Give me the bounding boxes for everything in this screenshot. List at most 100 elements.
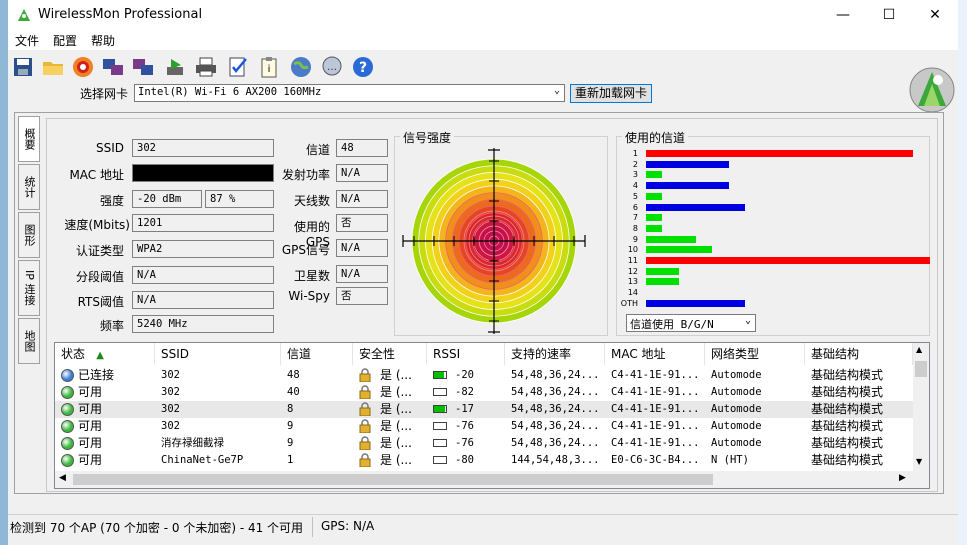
clipboard-icon[interactable]: i — [257, 55, 281, 79]
scroll-right-icon[interactable]: ▶ — [899, 473, 906, 483]
horizontal-scroll-thumb[interactable] — [73, 474, 713, 485]
ssid-label: SSID — [95, 141, 124, 155]
column-header-8[interactable]: 基础结构 — [805, 343, 913, 365]
lock-icon — [359, 385, 371, 402]
status-dot-icon — [61, 437, 74, 450]
cell-status: 可用 — [78, 453, 103, 467]
tab-ip-connection[interactable]: IP 连接 — [18, 260, 40, 316]
cell-infrastructure: 基础结构模式 — [811, 368, 884, 382]
cell-network-type: Automode — [711, 437, 762, 449]
channel-bar-2 — [646, 160, 729, 168]
channel-bar-4 — [646, 182, 729, 190]
column-header-4[interactable]: RSSI — [427, 343, 505, 365]
channel-label-12: 12 — [627, 266, 638, 276]
cell-infrastructure: 基础结构模式 — [811, 419, 884, 433]
adapter-selected-value: Intel(R) Wi-Fi 6 AX200 160MHz — [138, 86, 322, 98]
cell-infrastructure: 基础结构模式 — [811, 402, 884, 416]
table-row[interactable]: 可用 302 9 是 (... -76 54,48,36,24... C4-41-1E-91… — [55, 418, 913, 435]
cell-rssi: -20 — [455, 369, 474, 381]
speed-label: 速度(Mbits) — [64, 218, 130, 232]
vertical-scroll-thumb[interactable] — [915, 361, 927, 377]
column-header-7[interactable]: 网络类型 — [705, 343, 805, 365]
channel-label-1: 1 — [632, 149, 638, 158]
table-row[interactable]: 可用 302 8 是 (... -17 54,48,36,24... C4-41-1E-91… — [55, 401, 913, 418]
strength-dbm-field: -20 dBm — [132, 190, 202, 208]
network-card-icon[interactable] — [101, 55, 125, 79]
vertical-scrollbar[interactable]: ▲ ▼ — [913, 343, 929, 471]
satellites-label: 卫星数 — [293, 269, 330, 283]
horizontal-scrollbar[interactable]: ◀ ▶ — [55, 471, 929, 488]
adapter-select[interactable]: Intel(R) Wi-Fi 6 AX200 160MHz ⌄ — [134, 84, 565, 102]
save-icon[interactable] — [11, 55, 35, 79]
scroll-down-icon[interactable]: ▼ — [916, 457, 922, 466]
column-header-6[interactable]: MAC 地址 — [605, 343, 705, 365]
cell-security: 是 (... — [380, 436, 412, 450]
menu-config[interactable]: 配置 — [53, 32, 77, 49]
network-card-2-icon[interactable] — [131, 55, 155, 79]
freq-field: 5240 MHz — [132, 315, 274, 333]
column-header-0[interactable]: 状态 ▲ — [55, 343, 155, 365]
channel-label-2: 2 — [632, 159, 638, 169]
scroll-up-icon[interactable]: ▲ — [916, 345, 922, 354]
column-header-label: 基础结构 — [811, 347, 860, 361]
wispy-label: Wi-Spy — [288, 289, 330, 303]
cell-ssid: 消存禄细截禄 — [161, 437, 224, 449]
table-row[interactable]: 可用 消存禄细截禄 9 是 (... -76 54,48,36,24... C4-41-1E… — [55, 435, 913, 452]
table-row[interactable]: 可用 302 40 是 (... -82 54,48,36,24... C4-41-1E-9… — [55, 384, 913, 401]
rssi-bar — [433, 371, 447, 379]
cell-infrastructure: 基础结构模式 — [811, 436, 884, 450]
table-row[interactable]: 可用 ChinaNet-Ge7P 1 是 (... -80 144,54,48,3... E… — [55, 452, 913, 469]
adapter-label: 选择网卡 — [80, 87, 129, 101]
channel-bar-5 — [646, 192, 662, 200]
cell-rates: 54,48,36,24... — [511, 437, 600, 449]
cell-rates: 54,48,36,24... — [511, 369, 600, 381]
tab-map[interactable]: 地图 — [18, 318, 40, 364]
reload-adapter-button[interactable]: 重新加载网卡 — [570, 84, 652, 103]
channel-bar-3 — [646, 171, 662, 179]
column-header-1[interactable]: SSID — [155, 343, 281, 365]
cell-mac: C4-41-1E-91... — [611, 420, 700, 432]
signal-strength-title: 信号强度 — [400, 129, 455, 146]
close-button[interactable]: ✕ — [912, 0, 958, 30]
help-icon[interactable]: ? — [351, 55, 375, 79]
satellites-field: N/A — [336, 265, 388, 283]
tab-summary[interactable]: 概要 — [18, 116, 40, 162]
cell-rssi: -80 — [455, 454, 474, 466]
printer-icon[interactable] — [194, 55, 218, 79]
rssi-bar-fill — [434, 406, 445, 412]
chat-icon[interactable]: … — [320, 55, 344, 79]
minimize-button[interactable]: — — [820, 0, 866, 30]
status-divider — [312, 517, 313, 537]
table-row[interactable]: 已连接 302 48 是 (... -20 54,48,36,24... C4-41-1E-… — [55, 367, 913, 384]
tab-graph[interactable]: 图形 — [18, 212, 40, 258]
table-header: 状态 ▲ SSID 信道 安全性 RSSI 支持的速率 MAC 地址 网络类型 基础结构 — [55, 343, 913, 365]
cell-mac: C4-41-1E-91... — [611, 437, 700, 449]
cell-channel: 40 — [287, 386, 300, 398]
cell-network-type: Automode — [711, 386, 762, 398]
maximize-button[interactable]: ☐ — [866, 0, 912, 30]
scroll-left-icon[interactable]: ◀ — [59, 473, 66, 483]
mac-label: MAC 地址 — [69, 168, 124, 182]
column-header-2[interactable]: 信道 — [281, 343, 353, 365]
channel-bar-8 — [646, 224, 662, 232]
channel-bar-10 — [646, 246, 712, 254]
chevron-down-icon: ⌄ — [553, 85, 560, 96]
vertical-tabs: 概要 统计 图形 IP 连接 地图 — [18, 116, 40, 376]
column-header-5[interactable]: 支持的速率 — [505, 343, 605, 365]
cell-security: 是 (... — [380, 368, 412, 382]
rssi-bar — [433, 405, 447, 413]
tab-statistics[interactable]: 统计 — [18, 164, 40, 210]
channel-filter-select[interactable]: 信道使用 B/G/N ⌄ — [626, 314, 756, 332]
channel-label: 信道 — [305, 143, 330, 157]
cell-status: 已连接 — [78, 368, 115, 382]
checklist-icon[interactable] — [226, 55, 250, 79]
open-folder-icon[interactable] — [41, 55, 65, 79]
record-icon[interactable] — [71, 55, 95, 79]
column-header-3[interactable]: 安全性 — [353, 343, 427, 365]
strength-label: 强度 — [99, 194, 124, 208]
gps-used-field: 否 — [336, 214, 388, 232]
menu-help[interactable]: 帮助 — [91, 32, 115, 49]
globe-icon[interactable] — [289, 55, 313, 79]
menu-file[interactable]: 文件 — [15, 32, 39, 49]
export-icon[interactable] — [163, 55, 187, 79]
